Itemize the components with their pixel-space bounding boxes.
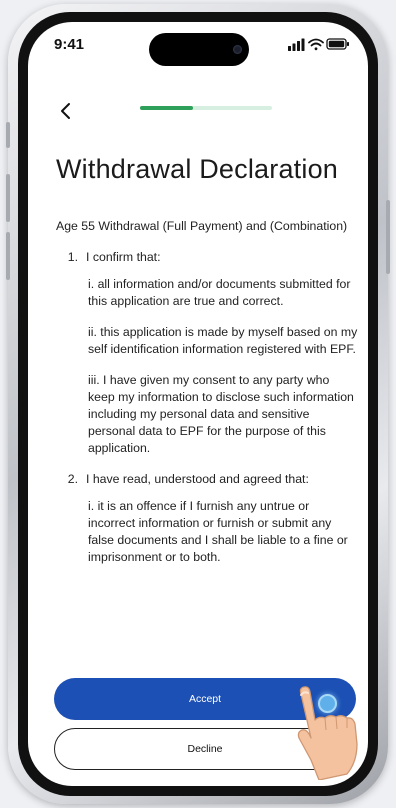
status-bar: 9:41 <box>28 22 368 66</box>
status-icons <box>288 38 349 51</box>
back-button[interactable] <box>52 98 82 128</box>
side-button-action <box>6 122 10 148</box>
side-button-volume-up <box>6 174 10 222</box>
declaration-item: 1. I confirm that: <box>56 249 358 266</box>
dynamic-island <box>149 33 249 66</box>
declaration-subclause: ii. this application is made by myself b… <box>88 325 358 356</box>
declaration-item-number: 2. <box>67 472 78 486</box>
declaration-item-number: 1. <box>67 250 78 264</box>
step-progress-bar <box>140 106 272 110</box>
declaration-content[interactable]: Age 55 Withdrawal (Full Payment) and (Co… <box>56 218 358 658</box>
page-title: Withdrawal Declaration <box>56 154 339 184</box>
wifi-icon <box>308 38 324 51</box>
back-chevron-icon <box>61 103 70 119</box>
side-button-power <box>386 200 390 274</box>
declaration-subclause: i. it is an offence if I furnish any unt… <box>88 499 348 564</box>
declaration-item-label: I confirm that: <box>86 250 161 264</box>
status-time: 9:41 <box>54 36 85 53</box>
step-progress-fill <box>140 106 193 110</box>
side-button-volume-down <box>6 232 10 280</box>
content-scroll-fade <box>28 618 368 670</box>
declaration-subclause: i. all information and/or documents subm… <box>88 277 351 308</box>
signal-icon <box>288 38 305 51</box>
camera-lens <box>233 45 242 54</box>
phone-screen: 9:41 Withdrawal Declaration Age 55 Withd… <box>28 22 368 786</box>
declaration-item: 2. I have read, understood and agreed tha… <box>56 471 358 488</box>
declaration-subclause: iii. I have given my consent to any part… <box>88 373 354 455</box>
decline-button-label: Decline <box>187 743 223 755</box>
declaration-intro: Age 55 Withdrawal (Full Payment) and (Co… <box>56 219 348 233</box>
accept-button-label: Accept <box>188 693 222 705</box>
pointing-hand-icon <box>297 686 358 780</box>
battery-icon <box>326 38 349 50</box>
declaration-item-label: I have read, understood and agreed that: <box>86 472 309 486</box>
